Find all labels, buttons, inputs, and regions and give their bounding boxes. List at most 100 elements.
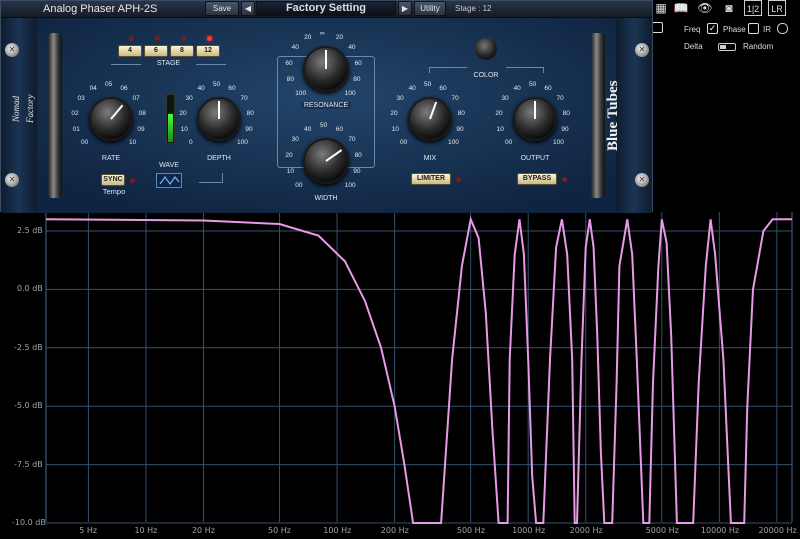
output-scale-tick: 60	[544, 84, 552, 92]
freq-checkbox[interactable]: ✓	[707, 23, 718, 34]
stage-6-button[interactable]: 6	[144, 45, 168, 57]
camera-icon[interactable]: ◙	[720, 0, 738, 16]
rate-scale-tick: 09	[137, 125, 145, 133]
knob-pointer	[325, 50, 327, 69]
resonance-scale-tick: 60	[285, 59, 293, 67]
knob-pointer	[325, 149, 343, 162]
knob-pointer	[218, 101, 220, 119]
x-tick-label: 20000 Hz	[758, 526, 797, 535]
mix-scale-tick: 70	[451, 95, 459, 102]
output-label: OUTPUT	[520, 155, 550, 162]
y-tick-label: 2.5 dB	[17, 226, 43, 235]
resonance-scale-tick: 60	[354, 59, 362, 67]
resonance-scale-tick: 100	[344, 89, 356, 97]
grid-icon[interactable]: ▦	[652, 0, 670, 16]
width-scale-tick: 80	[354, 151, 362, 159]
wave-label: WAVE	[159, 162, 179, 169]
phase-label: Phase	[723, 25, 746, 34]
width-scale-tick: 40	[304, 125, 312, 133]
depth-scale-tick: 20	[179, 109, 187, 117]
depth-scale-tick: 0	[188, 139, 193, 147]
rate-scale-tick: 00	[80, 139, 89, 147]
save-button[interactable]: Save	[205, 1, 239, 16]
random-label: Random	[743, 42, 774, 51]
book-icon[interactable]: 📖	[672, 0, 690, 16]
mix-scale-tick: 60	[439, 84, 447, 92]
depth-scale-tick: 80	[246, 109, 254, 117]
limiter-led	[456, 177, 461, 182]
resonance-scale-tick: 40	[348, 44, 356, 52]
utility-button[interactable]: Utility	[414, 1, 446, 16]
stage-4-button[interactable]: 4	[118, 45, 142, 57]
x-tick-label: 100 Hz	[323, 526, 352, 535]
phase-checkbox[interactable]	[748, 23, 759, 34]
stage-label: STAGE	[156, 60, 181, 67]
color-label: COLOR	[473, 72, 499, 79]
rate-scale-tick: 10	[129, 139, 137, 147]
mix-scale-tick: 90	[456, 125, 464, 133]
eye-icon[interactable]: 👁	[696, 0, 714, 16]
color-knob[interactable]	[475, 38, 497, 60]
preset-name[interactable]: Factory Setting	[256, 1, 396, 16]
depth-scale-tick: 30	[185, 95, 193, 102]
width-scale-tick: 90	[353, 167, 361, 175]
blue-tubes-logo: Blue Tubes	[605, 80, 621, 152]
ir-checkbox[interactable]	[777, 23, 788, 34]
stage-8-button[interactable]: 8	[170, 45, 194, 57]
bypass-button[interactable]: BYPASS	[517, 173, 557, 185]
prev-preset-button[interactable]: ◀	[241, 1, 255, 16]
divider	[199, 173, 223, 183]
rate-knob[interactable]	[89, 97, 133, 141]
output-knob[interactable]	[513, 97, 557, 141]
y-tick-label: -5.0 dB	[14, 401, 43, 411]
width-scale-tick: 10	[286, 167, 294, 175]
freq-label: Freq	[684, 25, 701, 34]
output-scale-tick: 30	[501, 95, 509, 102]
resonance-scale-tick: 80	[286, 75, 294, 83]
resonance-scale-tick: 40	[291, 44, 299, 52]
next-preset-button[interactable]: ▶	[398, 1, 412, 16]
resonance-scale-tick: 100	[295, 89, 307, 97]
width-knob[interactable]	[303, 138, 349, 184]
mix-knob[interactable]	[408, 97, 452, 141]
resonance-knob[interactable]	[303, 46, 349, 92]
x-tick-label: 5 Hz	[79, 526, 98, 535]
x-tick-label: 500 Hz	[456, 526, 485, 535]
depth-scale-tick: 10	[180, 125, 188, 133]
stage-led-12	[207, 36, 212, 41]
resonance-label: RESONANCE	[301, 102, 351, 109]
resonance-scale-tick: 20	[304, 33, 312, 41]
rate-scale-tick: 04	[89, 84, 97, 92]
output-scale-tick: 70	[556, 95, 564, 102]
screw-icon	[5, 43, 19, 57]
lfo-meter	[166, 94, 175, 144]
left-checkbox[interactable]	[652, 22, 663, 33]
depth-knob[interactable]	[197, 97, 241, 141]
nomad-factory-logo: Nomad Factory	[11, 94, 35, 124]
wave-button[interactable]	[156, 173, 182, 188]
output-scale-tick: 10	[496, 125, 504, 133]
sync-led	[130, 178, 135, 183]
mix-scale-tick: 100	[448, 139, 459, 147]
mix-scale-tick: 10	[391, 125, 399, 133]
stage-status: Stage : 12	[455, 4, 492, 13]
output-scale-tick: 00	[504, 139, 513, 147]
mix-scale-tick: 80	[457, 109, 465, 117]
x-tick-label: 20 Hz	[191, 526, 215, 535]
x-tick-label: 200 Hz	[380, 526, 409, 535]
depth-scale-tick: 100	[237, 139, 248, 147]
ir-label: IR	[763, 25, 771, 34]
sync-button[interactable]: SYNC	[101, 174, 125, 186]
depth-scale-tick: 40	[197, 84, 205, 92]
resonance-scale-tick: ∞	[320, 30, 325, 37]
y-tick-label: -10.0 dB	[12, 518, 46, 527]
lr-icon[interactable]: LR	[768, 0, 786, 16]
limiter-button[interactable]: LIMITER	[411, 173, 451, 185]
delta-toggle[interactable]	[718, 43, 736, 51]
stage-12-button[interactable]: 12	[196, 45, 220, 57]
rate-scale-tick: 07	[132, 95, 140, 102]
rate-scale-tick: 05	[105, 81, 113, 88]
mix-scale-tick: 00	[399, 139, 408, 147]
half-icon[interactable]: 1|2	[744, 0, 762, 16]
rate-scale-tick: 02	[71, 109, 79, 117]
